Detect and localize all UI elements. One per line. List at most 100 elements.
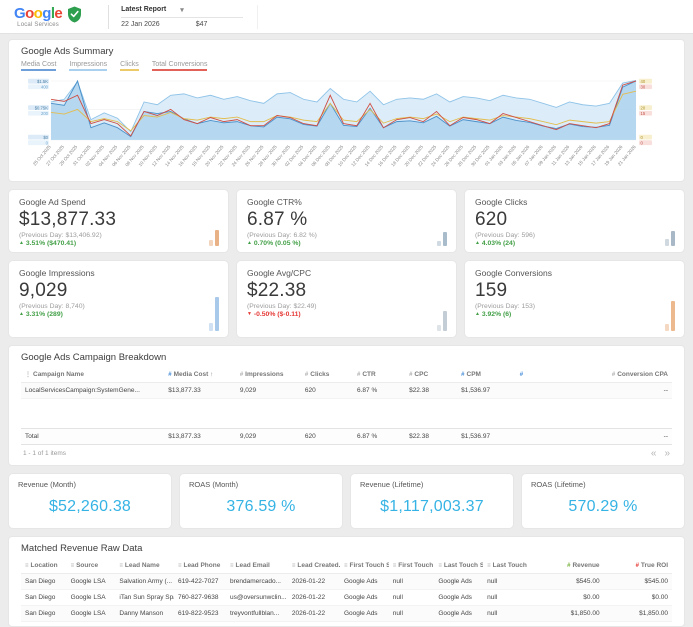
hash-icon: #: [461, 371, 465, 378]
column-header-cpm[interactable]: # CPM: [457, 366, 516, 383]
table-cell: $545.00: [528, 573, 604, 590]
hash-icon: #: [567, 562, 571, 569]
total-cell: $22.38: [405, 427, 458, 445]
trend-up-icon: ▲: [475, 310, 480, 317]
legend-item-impressions[interactable]: Impressions: [69, 61, 108, 71]
kpi-title: Google Clicks: [475, 196, 528, 207]
revenue-cards-row: Revenue (Month) $52,260.38 ROAS (Month) 376…: [8, 472, 685, 529]
hash-icon: #: [409, 371, 413, 378]
revenue-card-value: 376.59 %: [226, 497, 296, 515]
legend-item-media-cost[interactable]: Media Cost: [21, 61, 57, 71]
column-header-revenue[interactable]: # Revenue: [528, 557, 604, 574]
kpi-row-1: Google Ad Spend $13,877.33 (Previous Day: …: [8, 188, 685, 253]
kpi-card-google-clicks: Google Clicks 620 (Previous Day: 596) ▲ 4.0…: [464, 188, 685, 253]
ads-summary-title: Google Ads Summary: [21, 46, 114, 57]
report-selector[interactable]: Latest Report ▾ 22 Jan 2026 $47: [108, 4, 259, 29]
column-header-lead-phone[interactable]: ≡ Lead Phone: [173, 557, 227, 574]
kpi-sparkline: [665, 300, 675, 331]
svg-text:400: 400: [41, 84, 49, 89]
table-cell: Google Ads: [434, 573, 484, 590]
column-header-ctr[interactable]: # CTR: [353, 366, 406, 383]
filter-icon: ≡: [177, 562, 182, 569]
google-logo-text: Google: [14, 4, 63, 22]
campaign-breakdown-title: Google Ads Campaign Breakdown: [21, 351, 167, 363]
kpi-previous-value: (Previous Day: 8,740): [19, 302, 85, 310]
column-header-first-touch-ke[interactable]: ≡First Touch Ke...: [388, 557, 435, 574]
kpi-sparkline: [437, 310, 447, 331]
trend-up-icon: ▲: [19, 310, 24, 317]
ads-summary-legend: Media Cost Impressions Clicks Total Convers…: [21, 61, 672, 71]
pagination-next-icon[interactable]: »: [664, 448, 670, 459]
column-header-col[interactable]: #: [515, 366, 536, 383]
filter-icon: ≡: [70, 562, 75, 569]
column-header-last-touch-key[interactable]: ≡Last Touch Key...: [483, 557, 529, 574]
matched-revenue-table: ≡ Location ≡ Source ≡ Lead Name ≡ Lead Phone ≡ Le…: [21, 557, 672, 622]
table-cell: iTan Sun Spray Spa: [115, 589, 174, 606]
column-header-clicks[interactable]: # Clicks: [300, 366, 353, 383]
kpi-value: 6.87 %: [247, 208, 308, 230]
table-cell: null: [388, 573, 435, 590]
revenue-card-title: ROAS (Month): [189, 479, 239, 489]
column-header-campaign-name[interactable]: ⋮ Campaign Name: [21, 366, 165, 383]
hash-icon: #: [304, 371, 309, 378]
filter-icon: ≡: [392, 562, 397, 569]
column-header-source[interactable]: ≡ Source: [66, 557, 116, 574]
hash-icon: #: [635, 562, 639, 569]
trend-up-icon: ▲: [475, 239, 480, 246]
revenue-card-title: Revenue (Month): [18, 479, 76, 489]
legend-item-total-conversions[interactable]: Total Conversions: [151, 61, 208, 71]
kpi-sparkline: [209, 296, 219, 331]
table-cell: [515, 382, 536, 399]
column-header-lead-email[interactable]: ≡ Lead Email: [226, 557, 288, 574]
filter-icon: ≡: [438, 562, 442, 569]
pagination-prev-icon[interactable]: «: [651, 448, 657, 459]
kpi-change: ▲ 3.51% ($470.41): [19, 239, 77, 247]
column-header-cpc[interactable]: # CPC: [405, 366, 458, 383]
svg-text:$0.75K: $0.75K: [35, 105, 48, 110]
table-cell: brendamercado...: [226, 573, 288, 590]
svg-text:200: 200: [41, 111, 49, 116]
kpi-row-2: Google Impressions 9,029 (Previous Day: 8,…: [8, 259, 685, 338]
table-cell: null: [483, 573, 529, 590]
table-cell: Danny Manson: [115, 605, 174, 622]
matched-revenue-title: Matched Revenue Raw Data: [21, 542, 143, 554]
kpi-previous-value: (Previous Day: $22.49): [247, 302, 317, 310]
table-cell: 6.87 %: [353, 382, 406, 399]
column-header-location[interactable]: ≡ Location: [21, 557, 67, 574]
kpi-sparkline: [209, 229, 219, 246]
column-header-last-touch-sou[interactable]: ≡Last Touch Sou...: [434, 557, 484, 574]
column-header-true-roi[interactable]: # True ROI: [603, 557, 672, 574]
table-cell: San Diego: [21, 589, 67, 606]
hash-icon: #: [168, 371, 172, 378]
column-header-first-touch-so[interactable]: ≡First Touch So...: [339, 557, 389, 574]
revenue-card-value: $52,260.38: [48, 497, 132, 515]
column-header-media-cost[interactable]: # Media Cost ↑: [164, 366, 236, 383]
caret-down-icon: ▾: [180, 6, 184, 14]
table-cell: --: [535, 382, 672, 399]
kpi-value: 9,029: [19, 279, 68, 301]
column-header-impressions[interactable]: # Impressions: [235, 366, 301, 383]
trend-up-icon: ▲: [19, 239, 24, 246]
column-header-lead-created[interactable]: ≡Lead Created... ↓: [287, 557, 340, 574]
table-cell: 9,029: [235, 382, 301, 399]
ads-summary-chart: $1.5K4004030$0.75K2002015$000025 Oct 202…: [28, 78, 652, 167]
total-cell: [515, 427, 536, 445]
column-header-conversion-cpa[interactable]: # Conversion CPA: [535, 366, 672, 383]
table-cell: treyvontfullblan...: [226, 605, 288, 622]
table-row: San Diego Google LSA Danny Manson 619-822-9…: [21, 605, 672, 622]
kpi-title: Google Ad Spend: [19, 196, 86, 207]
table-row: San Diego Google LSA Salvation Army (... 61…: [21, 573, 672, 590]
total-cell: Total: [21, 427, 165, 445]
filter-icon: ≡: [291, 562, 296, 569]
campaign-table-pagination: 1 - 1 of 1 items « »: [21, 445, 672, 461]
table-cell: Google Ads: [339, 605, 389, 622]
revenue-card-title: ROAS (Lifetime): [531, 479, 586, 489]
total-cell: $1,536.97: [457, 427, 516, 445]
table-cell: $545.00: [603, 573, 672, 590]
table-cell: 760-827-9638: [173, 589, 227, 606]
column-header-lead-name[interactable]: ≡ Lead Name: [115, 557, 174, 574]
legend-item-clicks[interactable]: Clicks: [120, 61, 139, 71]
kpi-title: Google Avg/CPC: [247, 267, 312, 278]
svg-text:20: 20: [641, 105, 646, 110]
kpi-change: ▲ 4.03% (24): [475, 239, 516, 247]
